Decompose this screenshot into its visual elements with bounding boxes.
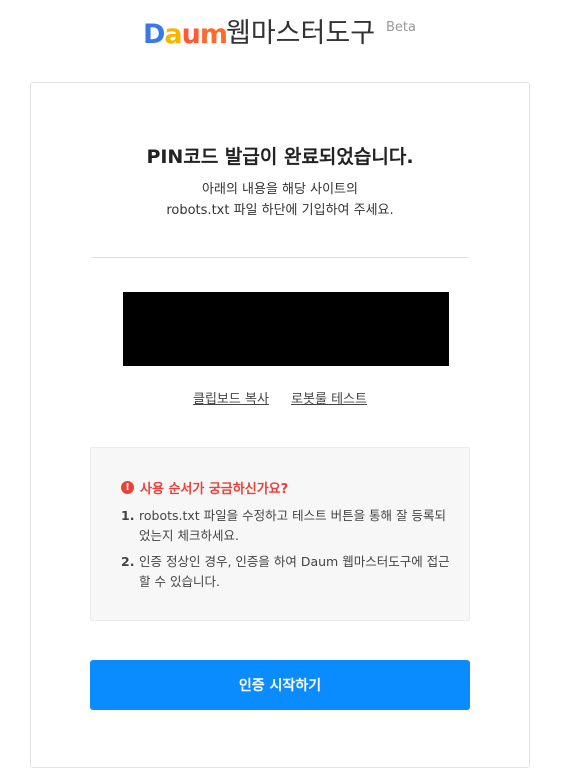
logo-letter: m [199, 19, 228, 50]
exclamation-circle-icon: ! [121, 481, 134, 494]
guide-title-text: 사용 순서가 궁금하신가요? [140, 482, 289, 497]
step-text: 인증 정상인 경우, 인증을 하여 Daum 웹마스터도구에 접근할 수 있습니… [139, 554, 450, 589]
logo-letter: D [143, 19, 165, 50]
guide-steps: 1. robots.txt 파일을 수정하고 테스트 버튼을 통해 잘 등록되었… [121, 506, 451, 598]
step-number: 2. [121, 554, 135, 569]
logo-letter: a [164, 19, 182, 50]
header: Daum 웹마스터도구 Beta [0, 0, 562, 66]
daum-logo[interactable]: Daum [143, 19, 228, 50]
beta-badge: Beta [386, 20, 416, 35]
guide-step: 1. robots.txt 파일을 수정하고 테스트 버튼을 통해 잘 등록되었… [121, 506, 451, 546]
logo-letter: u [181, 19, 201, 50]
description-line: 아래의 내용을 해당 사이트의 [202, 182, 358, 197]
pin-issued-card: PIN코드 발급이 완료되었습니다. 아래의 내용을 해당 사이트의 robot… [30, 82, 530, 768]
step-text: robots.txt 파일을 수정하고 테스트 버튼을 통해 잘 등록되었는지 … [139, 508, 446, 543]
copy-to-clipboard-link[interactable]: 클립보드 복사 [193, 392, 269, 407]
site-name: 웹마스터도구 [226, 18, 376, 49]
start-verification-button[interactable]: 인증 시작하기 [90, 660, 470, 710]
usage-guide-box: ! 사용 순서가 궁금하신가요? 1. robots.txt 파일을 수정하고 … [90, 447, 470, 621]
guide-title: ! 사용 순서가 궁금하신가요? [121, 478, 288, 497]
step-number: 1. [121, 508, 135, 523]
robot-rule-test-link[interactable]: 로봇룰 테스트 [291, 392, 367, 407]
action-links: 클립보드 복사 로봇룰 테스트 [31, 388, 529, 407]
divider [91, 257, 469, 258]
page-title: PIN코드 발급이 완료되었습니다. [146, 146, 414, 168]
description: 아래의 내용을 해당 사이트의 robots.txt 파일 하단에 기입하여 주… [31, 179, 529, 221]
description-line: robots.txt 파일 하단에 기입하여 주세요. [166, 203, 394, 218]
guide-step: 2. 인증 정상인 경우, 인증을 하여 Daum 웹마스터도구에 접근할 수 … [121, 552, 451, 592]
pin-code-box [123, 292, 449, 366]
